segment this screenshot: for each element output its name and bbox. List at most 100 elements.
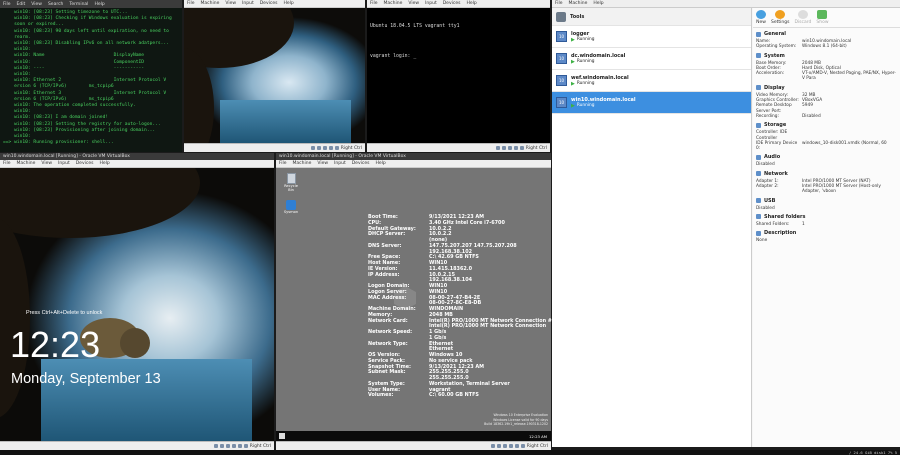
- unlock-hint: Press Ctrl+Alt+Delete to unlock: [26, 310, 103, 316]
- virtualbox-manager[interactable]: File Machine Help Tools 10 logger ▶ Running…: [552, 0, 900, 447]
- vbox-toolbar: New Settings Discard Show: [753, 8, 900, 28]
- terminal-output[interactable]: win10: [08:23] Setting timezone to UTC..…: [0, 8, 182, 152]
- menu-search[interactable]: Search: [48, 2, 63, 7]
- menu-devices[interactable]: Devices: [260, 1, 278, 6]
- menu-machine[interactable]: Machine: [569, 1, 588, 6]
- ubuntu-console[interactable]: Ubuntu 18.04.5 LTS vagrant tty1 vagrant …: [367, 8, 550, 76]
- vm-list-item[interactable]: 10 dc.windomain.local ▶ Running: [552, 48, 751, 70]
- menu-file[interactable]: File: [187, 1, 195, 6]
- detail-row: Acceleration: VT-x/AMD-V, Nested Paging, …: [756, 71, 897, 82]
- vm-window-lockscreen[interactable]: win10.windomain.local [Running] - Oracle…: [0, 153, 274, 450]
- bginfo-panel: Boot Time: 9/13/2021 12:23 AM CPU: 3.40 GHz…: [368, 214, 555, 399]
- details-section: Shared folders Shared Folders: 1: [756, 214, 897, 227]
- tray-clock[interactable]: 12:23 AM: [529, 434, 547, 439]
- desktop-titlebar: win10.windomain.local [Running] - Oracle…: [276, 153, 551, 160]
- vm-state: Running: [576, 103, 595, 108]
- vm-window-top-1[interactable]: File Machine View Input Devices Help Rig…: [184, 0, 365, 152]
- vm-list-item[interactable]: 10 win10.windomain.local ▶ Running: [552, 92, 751, 114]
- settings-button[interactable]: Settings: [771, 10, 789, 25]
- section-icon: [756, 214, 761, 220]
- bginfo-key: Volumes:: [368, 392, 394, 399]
- section-header[interactable]: Display: [756, 85, 897, 91]
- section-header[interactable]: Network: [756, 171, 897, 177]
- desktop-icon-label: Sysmon: [283, 210, 299, 214]
- lockscreen-statusbar: Right Ctrl: [0, 441, 274, 450]
- host-key-label: Right Ctrl: [525, 145, 547, 151]
- menu-machine[interactable]: Machine: [384, 1, 403, 6]
- detail-value: Windows 8.1 (64-bit): [802, 44, 847, 50]
- details-section: USB Disabled: [756, 198, 897, 211]
- menu-file[interactable]: File: [3, 2, 11, 7]
- bginfo-value: Intel(R) PRO/1000 MT Network Connection: [429, 323, 547, 330]
- detail-row: Disabled: [756, 206, 897, 211]
- menu-input[interactable]: Input: [334, 161, 346, 166]
- section-header[interactable]: Description: [756, 230, 897, 236]
- desktop-icon-recycle-bin[interactable]: Recycle Bin: [282, 173, 300, 192]
- menu-edit[interactable]: Edit: [17, 2, 26, 7]
- menu-devices[interactable]: Devices: [76, 161, 94, 166]
- terminal-line: win10: [08:23] 90 days left until expira…: [3, 28, 169, 34]
- detail-value: VT-x/AMD-V, Nested Paging, PAE/NX, Hyper…: [802, 71, 896, 82]
- left-terminal-window[interactable]: File Edit View Search Terminal Help win1…: [0, 0, 182, 152]
- detail-key: Recording:: [756, 113, 779, 119]
- menu-file[interactable]: File: [555, 1, 563, 6]
- menu-input[interactable]: Input: [242, 1, 254, 6]
- detail-value: windows_10-disk001.vmdk (Normal, 60: [802, 140, 887, 146]
- menu-help[interactable]: Help: [593, 1, 603, 6]
- running-arrow-icon: ▶: [571, 58, 575, 65]
- new-button[interactable]: New: [756, 10, 766, 25]
- menu-help[interactable]: Help: [99, 161, 109, 166]
- detail-key: Operating System:: [756, 44, 797, 50]
- detail-row: Shared Folders: 1: [756, 222, 897, 227]
- vm-window-top-2[interactable]: File Machine View Input Devices Help Ubu…: [367, 0, 550, 152]
- section-icon: [756, 53, 761, 59]
- show-button[interactable]: Show: [816, 10, 829, 25]
- vm1-menubar: File Machine View Input Devices Help: [184, 0, 365, 8]
- watermark: Windows 10 Enterprise Evaluation Windows…: [484, 413, 548, 426]
- menu-machine[interactable]: Machine: [201, 1, 220, 6]
- menu-help[interactable]: Help: [283, 1, 293, 6]
- detail-row: Disabled: [756, 162, 897, 167]
- detail-key: Adapter 2:: [756, 184, 779, 190]
- menu-help[interactable]: Help: [466, 1, 476, 6]
- running-arrow-icon: ▶: [571, 80, 575, 87]
- section-header[interactable]: Storage: [756, 122, 897, 128]
- menu-view[interactable]: View: [41, 161, 52, 166]
- menu-view[interactable]: View: [225, 1, 236, 6]
- desktop-statusbar: Right Ctrl: [276, 441, 551, 450]
- menu-devices[interactable]: Devices: [352, 161, 370, 166]
- vm-list-item[interactable]: 10 logger ▶ Running: [552, 26, 751, 48]
- section-header[interactable]: USB: [756, 198, 897, 204]
- vm-list-item[interactable]: 10 wef.windomain.local ▶ Running: [552, 70, 751, 92]
- tools-icon: [556, 11, 566, 22]
- menu-devices[interactable]: Devices: [443, 1, 461, 6]
- discard-button[interactable]: Discard: [794, 10, 811, 25]
- menu-file[interactable]: File: [370, 1, 378, 6]
- start-button[interactable]: [279, 433, 285, 439]
- section-icon: [756, 230, 761, 236]
- desktop-icon-sysmon[interactable]: Sysmon: [282, 200, 300, 214]
- watermark-line: Build 18362.19h1_release.190318-1202: [484, 421, 548, 426]
- menu-terminal[interactable]: Terminal: [69, 2, 88, 7]
- menu-file[interactable]: File: [3, 161, 11, 166]
- host-status-bar: / 24.6 GiB disk1 7% 5: [0, 450, 900, 455]
- section-header[interactable]: General: [756, 31, 897, 37]
- menu-file[interactable]: File: [279, 161, 287, 166]
- menu-input[interactable]: Input: [58, 161, 70, 166]
- section-header[interactable]: Audio: [756, 154, 897, 160]
- menu-view[interactable]: View: [317, 161, 328, 166]
- vm-state: Running: [576, 81, 595, 86]
- menu-help[interactable]: Help: [375, 161, 385, 166]
- menu-input[interactable]: Input: [425, 1, 437, 6]
- desktop-menubar: File Machine View Input Devices Help: [276, 160, 551, 168]
- section-header[interactable]: Shared folders: [756, 214, 897, 220]
- tools-item[interactable]: Tools: [552, 8, 751, 26]
- menu-machine[interactable]: Machine: [17, 161, 36, 166]
- watermark-line: Windows 10 Enterprise Evaluation: [493, 413, 548, 418]
- menu-help[interactable]: Help: [94, 2, 104, 7]
- section-header[interactable]: System: [756, 53, 897, 59]
- menu-view[interactable]: View: [408, 1, 419, 6]
- menu-machine[interactable]: Machine: [293, 161, 312, 166]
- menu-view[interactable]: View: [31, 2, 42, 7]
- vm-os-icon: 10: [556, 75, 567, 86]
